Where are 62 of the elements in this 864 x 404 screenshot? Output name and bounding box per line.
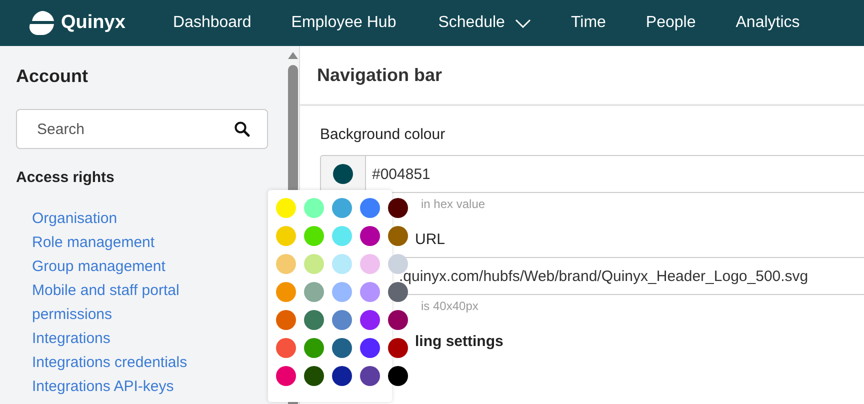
sidebar-link[interactable]: Integrations [32,327,232,351]
color-option[interactable] [304,338,324,358]
color-option[interactable] [360,226,380,246]
color-option[interactable] [304,366,324,386]
color-option[interactable] [388,338,408,358]
nav-link[interactable]: Schedule [438,14,531,32]
color-option[interactable] [276,282,296,302]
color-option[interactable] [304,198,324,218]
color-option[interactable] [388,198,408,218]
sidebar-link[interactable]: Mobile and staff portal permissions [32,279,232,327]
scroll-up-icon[interactable] [288,52,298,59]
color-option[interactable] [332,338,352,358]
nav-link[interactable]: People [646,14,696,32]
logo-icon [27,10,57,36]
color-option[interactable] [360,310,380,330]
nav-link[interactable]: Analytics [736,14,800,32]
color-option[interactable] [276,198,296,218]
field-label: URL [415,231,446,248]
search-icon [234,121,250,137]
color-option[interactable] [332,226,352,246]
sidebar-title: Account [16,66,89,88]
color-option[interactable] [332,310,352,330]
color-option[interactable] [276,338,296,358]
color-option[interactable] [304,310,324,330]
color-option[interactable] [304,282,324,302]
panel-title: Navigation bar [317,64,442,86]
color-option[interactable] [332,282,352,302]
color-option[interactable] [360,198,380,218]
color-option[interactable] [388,310,408,330]
color-option[interactable] [332,198,352,218]
color-option[interactable] [276,226,296,246]
nav-link[interactable]: Employee Hub [291,14,396,32]
color-option[interactable] [304,254,324,274]
color-option[interactable] [332,366,352,386]
color-option[interactable] [360,366,380,386]
color-option[interactable] [388,226,408,246]
color-option[interactable] [360,254,380,274]
color-option[interactable] [360,338,380,358]
section-heading: ling settings [415,333,504,350]
nav-link[interactable]: Time [570,14,606,32]
field-hint: in hex value [421,197,486,211]
sidebar-link[interactable]: Organisation [32,207,232,231]
logo-text: Quinyx [61,12,126,34]
search-field[interactable]: Search [16,109,268,149]
color-swatch-button[interactable] [320,155,365,193]
nav-link[interactable]: Dashboard [173,14,252,32]
section-heading: Access rights [16,169,116,186]
field-label: Background colour [320,126,446,143]
color-option[interactable] [360,282,380,302]
color-option[interactable] [276,254,296,274]
sidebar-link[interactable]: Integrations API-keys [32,375,232,399]
color-option[interactable] [276,366,296,386]
color-option[interactable] [276,310,296,330]
hex-input-field[interactable]: #004851 [365,155,864,193]
field-hint: is 40x40px [421,299,480,313]
sidebar-link[interactable]: Group management [32,255,232,279]
color-option[interactable] [332,254,352,274]
sidebar-link[interactable]: Integrations credentials [32,351,232,375]
color-swatch [333,164,353,184]
sidebar-link[interactable]: Role management [32,231,232,255]
color-option[interactable] [304,226,324,246]
color-option[interactable] [388,366,408,386]
